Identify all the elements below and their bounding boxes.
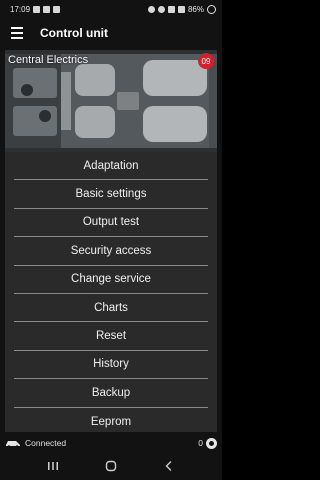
battery-level: 86% — [187, 4, 204, 14]
bluetooth-icon — [157, 5, 165, 13]
control-unit-panel: Central Electrics 09 Adaptation Basic se… — [5, 50, 217, 432]
menu-item-charts[interactable]: Charts — [14, 294, 208, 323]
status-right: 86% — [147, 4, 216, 14]
menu-item-output-test[interactable]: Output test — [14, 209, 208, 238]
status-left: 17:09 — [10, 4, 61, 14]
app-screen: 17:09 86% Control unit Central Electrics… — [0, 0, 222, 480]
clock: 17:09 — [10, 4, 31, 14]
connection-status: Connected — [25, 438, 67, 448]
fault-count-badge[interactable]: 09 — [198, 53, 214, 69]
menu-item-security-access[interactable]: Security access — [14, 237, 208, 266]
menu-item-change-service[interactable]: Change service — [14, 266, 208, 294]
recent-apps-button[interactable] — [41, 456, 65, 476]
home-icon — [105, 460, 117, 472]
connection-status-bar: Connected 0 — [0, 434, 222, 452]
page-title: Control unit — [40, 26, 108, 40]
hamburger-menu-icon[interactable] — [0, 18, 34, 48]
menu-item-eeprom[interactable]: Eeprom — [14, 408, 208, 436]
menu-item-adaptation[interactable]: Adaptation — [14, 152, 208, 181]
gallery-notification-icon — [33, 5, 41, 13]
wifi-icon — [167, 5, 175, 13]
unit-name: Central Electrics — [8, 54, 89, 66]
function-menu: Adaptation Basic settings Output test Se… — [5, 152, 217, 436]
app-notification-icon — [53, 5, 61, 13]
recent-apps-icon — [48, 462, 58, 470]
battery-icon — [207, 4, 216, 14]
car-interior-image: Central Electrics 09 — [5, 50, 217, 152]
back-button[interactable] — [157, 456, 181, 476]
system-nav-bar — [0, 452, 222, 480]
car-connection-icon — [6, 441, 20, 448]
signal-icon — [177, 5, 185, 13]
back-chevron-icon — [165, 461, 172, 471]
sync-icon[interactable] — [206, 437, 217, 449]
menu-item-reset[interactable]: Reset — [14, 322, 208, 351]
menu-item-backup[interactable]: Backup — [14, 379, 208, 408]
home-button[interactable] — [99, 456, 123, 476]
status-bar: 17:09 86% — [0, 0, 222, 18]
menu-item-history[interactable]: History — [14, 351, 208, 380]
pending-count: 0 — [198, 438, 203, 448]
alarm-icon — [147, 5, 155, 13]
app-bar: Control unit — [0, 18, 222, 48]
mail-notification-icon — [43, 5, 51, 13]
menu-item-basic-settings[interactable]: Basic settings — [14, 180, 208, 209]
